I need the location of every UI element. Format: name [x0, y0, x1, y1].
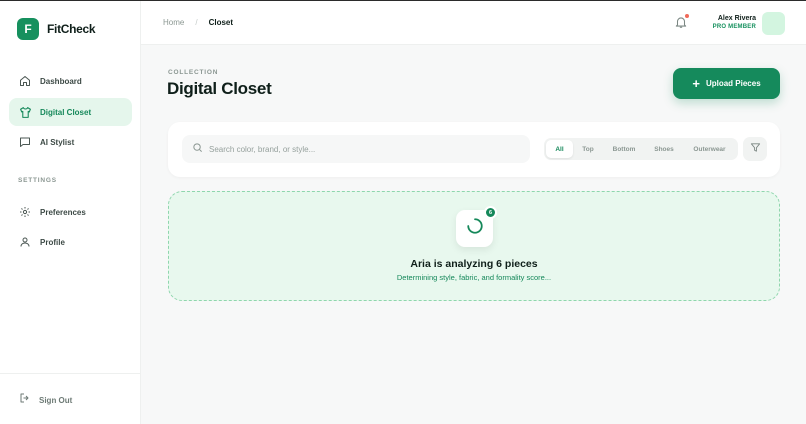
breadcrumb-separator: /: [195, 18, 198, 27]
breadcrumb-current: Closet: [208, 18, 234, 27]
user-icon: [18, 235, 32, 249]
filter-outerwear[interactable]: Outerwear: [683, 140, 736, 158]
sidebar: F FitCheck Dashboard Digital Closet AI S…: [0, 1, 141, 424]
upload-pieces-label: Upload Pieces: [705, 79, 761, 88]
user-role-badge: PRO MEMBER: [712, 24, 756, 30]
sidebar-item-ai-stylist[interactable]: AI Stylist: [9, 128, 132, 156]
page-overline: COLLECTION: [168, 69, 219, 76]
logo-mark: F: [17, 18, 39, 40]
loading-spinner-icon: [466, 217, 484, 240]
plus-icon: +: [692, 76, 700, 91]
analysis-status-card: 6 Aria is analyzing 6 pieces Determining…: [168, 191, 780, 301]
funnel-icon: [750, 140, 761, 158]
avatar[interactable]: [762, 12, 785, 35]
sign-out-button[interactable]: Sign Out: [19, 391, 72, 409]
top-bar: Home / Closet Alex Rivera PRO MEMBER: [141, 1, 806, 45]
app-logo[interactable]: F FitCheck: [17, 18, 96, 40]
sign-out-icon: [19, 391, 31, 409]
sign-out-label: Sign Out: [39, 395, 73, 405]
breadcrumb-home[interactable]: Home: [163, 18, 184, 27]
home-icon: [18, 74, 32, 88]
analysis-title: Aria is analyzing 6 pieces: [410, 258, 538, 270]
sidebar-item-label: Profile: [40, 237, 65, 247]
search-icon: [192, 140, 203, 158]
analysis-subtitle: Determining style, fabric, and formality…: [396, 273, 552, 282]
page-title: Digital Closet: [167, 79, 272, 98]
filter-all[interactable]: All: [546, 140, 573, 158]
sidebar-item-label: Digital Closet: [40, 107, 92, 117]
breadcrumb: Home / Closet: [163, 18, 233, 27]
sidebar-item-label: Dashboard: [40, 76, 82, 86]
notification-dot: [685, 14, 689, 18]
filter-card: All Top Bottom Shoes Outerwear: [168, 122, 780, 177]
pieces-count-badge: 6: [484, 206, 497, 219]
settings-section-label: SETTINGS: [18, 177, 57, 184]
category-filter: All Top Bottom Shoes Outerwear: [544, 138, 738, 160]
advanced-filter-button[interactable]: [743, 137, 767, 161]
shirt-icon: [18, 105, 32, 119]
sidebar-item-label: AI Stylist: [40, 137, 75, 147]
notifications-button[interactable]: [674, 14, 689, 29]
upload-pieces-button[interactable]: + Upload Pieces: [673, 68, 780, 99]
chat-icon: [18, 135, 32, 149]
app-name: FitCheck: [47, 22, 96, 36]
search-box[interactable]: [182, 135, 530, 163]
filter-shoes[interactable]: Shoes: [645, 140, 683, 158]
gear-icon: [18, 205, 32, 219]
sidebar-item-profile[interactable]: Profile: [9, 228, 132, 256]
search-input[interactable]: [209, 144, 509, 154]
sidebar-item-preferences[interactable]: Preferences: [9, 198, 132, 226]
sidebar-item-label: Preferences: [40, 207, 86, 217]
filter-top[interactable]: Top: [573, 140, 603, 158]
sidebar-item-digital-closet[interactable]: Digital Closet: [9, 98, 132, 126]
sidebar-divider: [0, 373, 141, 374]
sidebar-item-dashboard[interactable]: Dashboard: [9, 67, 132, 95]
bell-icon: [674, 16, 688, 33]
filter-bottom[interactable]: Bottom: [603, 140, 645, 158]
user-name: Alex Rivera: [717, 15, 756, 22]
